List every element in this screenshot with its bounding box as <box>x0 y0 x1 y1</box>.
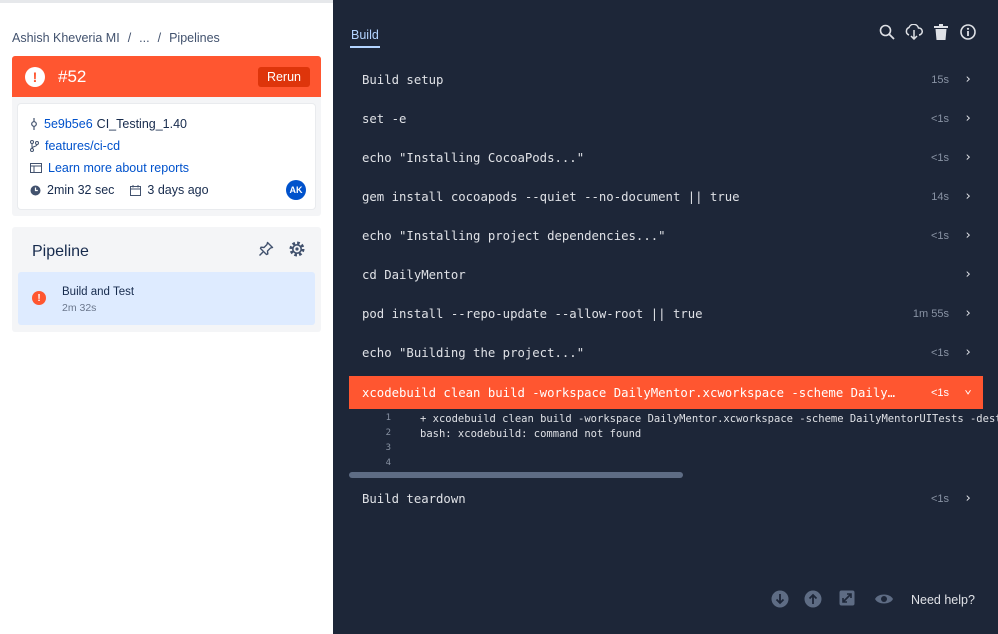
rerun-button[interactable]: Rerun <box>257 67 310 87</box>
log-step-duration: 15s <box>931 73 949 86</box>
clock-icon <box>30 185 41 195</box>
tab-build[interactable]: Build <box>351 28 379 42</box>
info-icon[interactable] <box>960 24 976 40</box>
chevron-right-icon: › <box>964 491 972 506</box>
log-step-command: echo "Installing CocoaPods..." <box>362 150 585 165</box>
step-duration: 2m 32s <box>62 302 97 314</box>
build-details: 5e9b5e6 CI_Testing_1.40 features/ci-cd L… <box>18 104 315 209</box>
line-number: 4 <box>385 458 391 468</box>
scroll-down-icon[interactable] <box>771 590 789 608</box>
pipeline-card: Pipeline ! Build and Test 2m 32s <box>12 227 321 332</box>
log-step-duration: 1m 55s <box>912 307 949 320</box>
chevron-right-icon: › <box>964 189 972 204</box>
log-step-duration: <1s <box>930 346 949 359</box>
build-status-header: ! #52 Rerun <box>12 56 321 97</box>
line-number: 1 <box>385 413 391 423</box>
search-icon[interactable] <box>879 24 895 40</box>
meta-row: 2min 32 sec 3 days ago <box>30 183 209 197</box>
branch-row: features/ci-cd <box>30 139 120 153</box>
breadcrumb-separator: / <box>157 31 162 45</box>
commit-message: CI_Testing_1.40 <box>96 117 188 131</box>
eye-icon[interactable] <box>874 591 894 607</box>
log-step[interactable]: pod install --repo-update --allow-root |… <box>349 297 983 330</box>
chevron-right-icon: › <box>964 72 972 87</box>
log-step-command: echo "Building the project..." <box>362 345 585 360</box>
line-text: + xcodebuild clean build -workspace Dail… <box>420 413 998 425</box>
log-step-command: gem install cocoapods --quiet --no-docum… <box>362 189 740 204</box>
build-log-panel: Build Build setup 15s › set -e <1s › ech… <box>333 0 998 634</box>
breadcrumb: Ashish Kheveria MI / ... / Pipelines <box>12 31 220 45</box>
chevron-right-icon: › <box>964 111 972 126</box>
log-step-build-teardown[interactable]: Build teardown <1s › <box>349 482 983 515</box>
line-text: bash: xcodebuild: command not found <box>420 428 642 440</box>
chevron-right-icon: › <box>964 306 972 321</box>
branch-link[interactable]: features/ci-cd <box>45 139 120 153</box>
log-step-duration: <1s <box>930 492 949 505</box>
pipeline-step-build-and-test[interactable]: ! Build and Test 2m 32s <box>18 272 315 325</box>
reports-row: Learn more about reports <box>30 161 189 175</box>
log-step-command: set -e <box>362 111 407 126</box>
chevron-right-icon: › <box>964 228 972 243</box>
scroll-up-icon[interactable] <box>804 590 822 608</box>
log-step-build-setup[interactable]: Build setup 15s › <box>349 63 983 96</box>
log-step-duration: <1s <box>930 112 949 125</box>
need-help-link[interactable]: Need help? <box>911 593 975 607</box>
log-step-command: xcodebuild clean build -workspace DailyM… <box>362 385 902 400</box>
log-step-duration: <1s <box>930 386 949 399</box>
trash-icon[interactable] <box>934 24 948 40</box>
build-status-card: ! #52 Rerun 5e9b5e6 CI_Testing_1.40 feat… <box>12 56 321 216</box>
download-icon[interactable] <box>904 24 924 40</box>
gear-icon[interactable] <box>288 240 306 258</box>
breadcrumb-workspace[interactable]: Ashish Kheveria MI <box>12 31 120 45</box>
log-step-command: cd DailyMentor <box>362 267 466 282</box>
commit-icon <box>31 118 37 130</box>
build-duration: 2min 32 sec <box>47 183 115 197</box>
log-step-command: pod install --repo-update --allow-root |… <box>362 306 703 321</box>
log-step[interactable]: cd DailyMentor › <box>349 258 983 291</box>
chevron-right-icon: › <box>964 345 972 360</box>
calendar-icon <box>130 184 142 196</box>
chevron-right-icon: › <box>964 150 972 165</box>
horizontal-scrollbar[interactable] <box>349 472 683 478</box>
top-divider <box>0 0 333 3</box>
commit-hash-link[interactable]: 5e9b5e6 <box>44 117 93 131</box>
log-step-duration: <1s <box>930 229 949 242</box>
error-icon: ! <box>25 66 45 87</box>
breadcrumb-pipelines[interactable]: Pipelines <box>169 31 220 45</box>
line-number: 2 <box>385 428 391 438</box>
build-number: #52 <box>58 66 87 86</box>
log-step[interactable]: set -e <1s › <box>349 102 983 135</box>
log-step-command: Build teardown <box>362 491 466 506</box>
left-panel: Ashish Kheveria MI / ... / Pipelines ! #… <box>0 0 333 634</box>
log-step-duration: 14s <box>931 190 949 203</box>
log-step[interactable]: echo "Installing project dependencies...… <box>349 219 983 252</box>
log-step-duration: <1s <box>930 151 949 164</box>
tab-active-indicator <box>350 46 380 48</box>
log-step-command: echo "Installing project dependencies...… <box>362 228 666 243</box>
chevron-down-icon: ⌄ <box>964 382 972 397</box>
commit-row: 5e9b5e6 CI_Testing_1.40 <box>30 117 187 131</box>
breadcrumb-ellipsis[interactable]: ... <box>139 31 149 45</box>
pipeline-title: Pipeline <box>32 243 89 260</box>
log-output: 1 + xcodebuild clean build -workspace Da… <box>349 410 998 480</box>
log-step-command: Build setup <box>362 72 444 87</box>
step-error-icon: ! <box>32 291 46 305</box>
expand-icon[interactable] <box>839 590 855 606</box>
reports-link[interactable]: Learn more about reports <box>48 161 189 175</box>
log-step[interactable]: echo "Installing CocoaPods..." <1s › <box>349 141 983 174</box>
branch-icon <box>30 140 39 152</box>
avatar[interactable]: AK <box>286 180 306 200</box>
chevron-right-icon: › <box>964 267 972 282</box>
log-step[interactable]: gem install cocoapods --quiet --no-docum… <box>349 180 983 213</box>
log-step-failed[interactable]: xcodebuild clean build -workspace DailyM… <box>349 376 983 409</box>
report-icon <box>30 163 42 173</box>
step-name: Build and Test <box>62 286 135 298</box>
build-date: 3 days ago <box>147 183 209 197</box>
pin-icon[interactable] <box>258 241 274 257</box>
breadcrumb-separator: / <box>127 31 132 45</box>
line-number: 3 <box>385 443 391 453</box>
log-step[interactable]: echo "Building the project..." <1s › <box>349 336 983 369</box>
